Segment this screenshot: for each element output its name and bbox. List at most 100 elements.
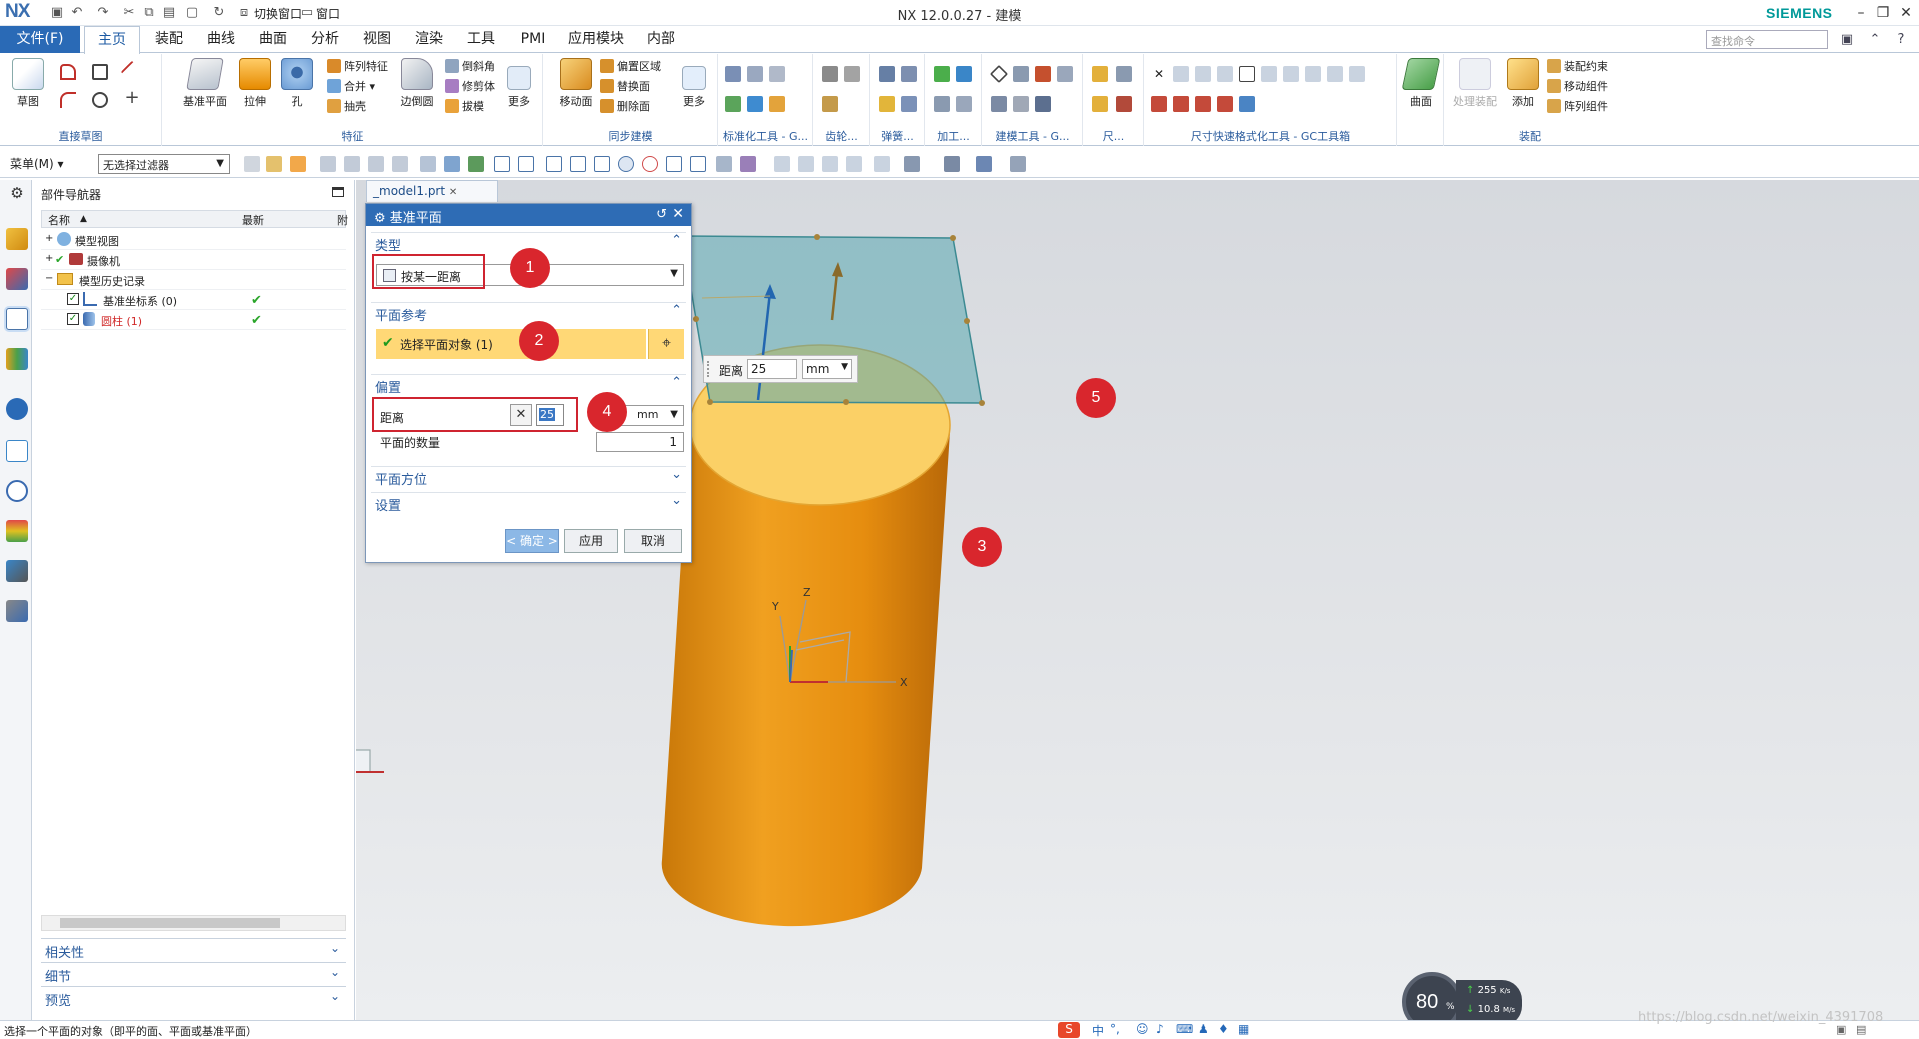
selection-scope-icon[interactable] xyxy=(244,156,260,172)
snap-icon[interactable] xyxy=(716,156,732,172)
column-name[interactable]: 名称 xyxy=(48,212,70,228)
point-icon[interactable]: + xyxy=(124,89,140,107)
point-dialog-button[interactable]: ⌖ xyxy=(648,329,684,359)
format-tool-icon[interactable]: ✕ xyxy=(1151,66,1167,82)
snap-icon[interactable] xyxy=(444,156,460,172)
sketch-button[interactable]: 草图 xyxy=(6,58,50,120)
ribbon-options-icon[interactable]: ▣ xyxy=(1838,31,1856,49)
apply-button[interactable]: 应用 xyxy=(564,529,618,553)
number-of-planes-input[interactable]: 1 xyxy=(596,432,684,452)
edge-blend-button[interactable]: 边倒圆 xyxy=(395,58,439,120)
onscreen-distance-value[interactable]: 25 xyxy=(747,359,797,379)
collapse-icon[interactable]: − xyxy=(45,273,53,284)
format-tool-icon[interactable] xyxy=(1327,66,1343,82)
format-tool-icon[interactable] xyxy=(1195,66,1211,82)
tree-item-cameras[interactable]: + ✔ 摄像机 xyxy=(41,250,346,270)
snap-icon[interactable] xyxy=(690,156,706,172)
ime-punctuation[interactable]: °, xyxy=(1110,1022,1120,1036)
view-tool-icon[interactable] xyxy=(846,156,862,172)
machining-tool-icon[interactable] xyxy=(934,66,950,82)
section-settings[interactable]: 设置 ⌄ xyxy=(371,492,686,514)
replace-face-button[interactable]: 替换面 xyxy=(600,78,650,96)
filter-icon[interactable] xyxy=(368,156,384,172)
machining-tool-icon[interactable] xyxy=(956,66,972,82)
line-icon[interactable] xyxy=(120,60,144,84)
web-browser-icon[interactable] xyxy=(6,440,28,462)
view-triad[interactable] xyxy=(356,746,384,773)
shell-button[interactable]: 抽壳 xyxy=(327,98,366,116)
filter-icon[interactable] xyxy=(320,156,336,172)
feature-more-button[interactable]: 更多 xyxy=(497,58,541,120)
extrude-button[interactable]: 拉伸 xyxy=(233,58,277,120)
selection-intent-icon[interactable] xyxy=(266,156,282,172)
spring-tool-icon[interactable] xyxy=(879,96,895,112)
snap-endpoint-icon[interactable] xyxy=(494,156,510,172)
modeling-tool-icon[interactable] xyxy=(1035,96,1051,112)
cancel-button[interactable]: 取消 xyxy=(624,529,682,553)
filter-icon[interactable] xyxy=(290,156,306,172)
unite-button[interactable]: 合并 ▾ xyxy=(327,78,375,96)
modeling-tool-icon[interactable] xyxy=(989,64,1009,84)
studio-spline-icon[interactable] xyxy=(60,64,76,80)
render-style-icon[interactable] xyxy=(904,156,920,172)
modeling-tool-icon[interactable] xyxy=(991,96,1007,112)
spring-tool-icon[interactable] xyxy=(879,66,895,82)
reset-icon[interactable]: ↺ xyxy=(656,207,667,222)
format-tool-icon[interactable] xyxy=(1151,96,1167,112)
panel-preview[interactable]: 预览 ⌄ xyxy=(41,986,346,1009)
modeling-tool-icon[interactable] xyxy=(1013,66,1029,82)
panel-dependencies[interactable]: 相关性 ⌄ xyxy=(41,938,346,961)
roles-icon[interactable] xyxy=(6,560,28,582)
gc-tool-icon[interactable] xyxy=(725,96,741,112)
restore-button[interactable]: ❐ xyxy=(1872,3,1894,23)
gc-tool-icon[interactable] xyxy=(747,66,763,82)
checkbox-icon[interactable]: ✓ xyxy=(67,293,79,305)
tab-assembly[interactable]: 装配 xyxy=(144,26,194,53)
tab-analysis[interactable]: 分析 xyxy=(300,26,350,53)
view-tool-icon[interactable] xyxy=(774,156,790,172)
snap-midpoint-icon[interactable] xyxy=(518,156,534,172)
command-search-input[interactable]: 查找命令 xyxy=(1706,30,1828,49)
sogou-logo-icon[interactable]: S xyxy=(1058,1022,1080,1038)
dimension-tool-icon[interactable] xyxy=(1116,66,1132,82)
process-assembly-button[interactable]: 处理装配 xyxy=(1453,58,1497,120)
snap-icon[interactable] xyxy=(666,156,682,172)
format-tool-icon[interactable] xyxy=(1305,66,1321,82)
onscreen-distance-input[interactable]: 距离 25 mm ▼ xyxy=(703,355,858,383)
close-icon[interactable]: ✕ xyxy=(449,187,457,198)
surface-button[interactable]: 曲面 xyxy=(1399,58,1443,120)
hole-button[interactable]: 孔 xyxy=(275,58,319,120)
emoji-icon[interactable]: ☺ xyxy=(1136,1022,1149,1036)
user-icon[interactable]: ♟ xyxy=(1198,1022,1209,1036)
dimension-tool-icon[interactable] xyxy=(1092,96,1108,112)
rectangle-icon[interactable] xyxy=(92,64,108,80)
spring-tool-icon[interactable] xyxy=(901,66,917,82)
horizontal-scrollbar[interactable] xyxy=(41,915,346,931)
view-tool-icon[interactable] xyxy=(874,156,890,172)
modeling-tool-icon[interactable] xyxy=(1035,66,1051,82)
format-tool-icon[interactable] xyxy=(1261,66,1277,82)
section-plane-reference[interactable]: 平面参考 ⌃ xyxy=(371,302,686,324)
close-icon[interactable]: ✕ xyxy=(672,206,684,222)
tab-view[interactable]: 视图 xyxy=(352,26,402,53)
gc-tool-icon[interactable] xyxy=(769,66,785,82)
gc-tool-icon[interactable] xyxy=(725,66,741,82)
snap-icon[interactable] xyxy=(546,156,562,172)
onscreen-unit-select[interactable]: mm ▼ xyxy=(802,359,852,379)
minimize-button[interactable]: – xyxy=(1850,3,1872,23)
format-tool-icon[interactable] xyxy=(1239,96,1255,112)
trim-body-button[interactable]: 修剪体 xyxy=(445,78,495,96)
expand-icon[interactable]: + xyxy=(45,253,53,264)
circle-icon[interactable] xyxy=(92,92,108,108)
microphone-icon[interactable]: ♪ xyxy=(1156,1022,1164,1036)
offset-region-button[interactable]: 偏置区域 xyxy=(600,58,661,76)
snap-icon[interactable] xyxy=(740,156,756,172)
column-latest[interactable]: 最新 xyxy=(242,212,264,228)
type-filter-select[interactable]: 无选择过滤器 ▼ xyxy=(98,154,230,174)
modeling-tool-icon[interactable] xyxy=(1057,66,1073,82)
dialog-title-bar[interactable]: ⚙ 基准平面 ↺ ✕ xyxy=(366,204,691,226)
checkbox-icon[interactable]: ✓ xyxy=(67,313,79,325)
filter-icon[interactable] xyxy=(344,156,360,172)
drag-handle[interactable] xyxy=(707,361,713,377)
tab-render[interactable]: 渲染 xyxy=(404,26,454,53)
